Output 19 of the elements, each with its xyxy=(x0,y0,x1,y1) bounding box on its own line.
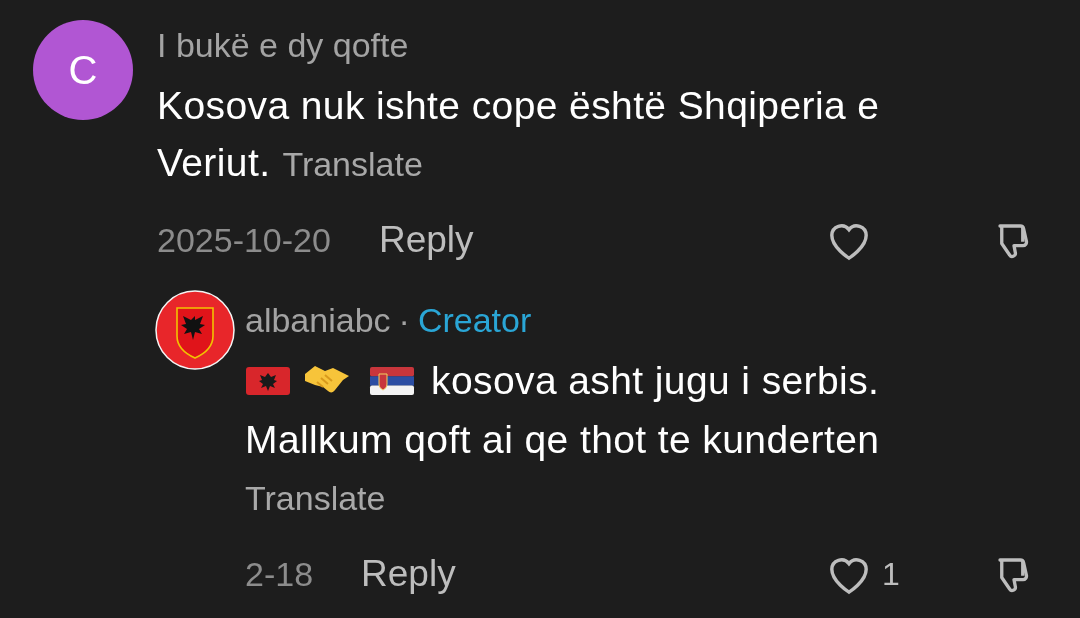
translate-link[interactable]: Translate xyxy=(282,139,423,190)
reply-button[interactable]: Reply xyxy=(361,549,456,599)
comment-date: 2025-10-20 xyxy=(157,220,331,261)
username[interactable]: albaniabc xyxy=(245,296,391,344)
avatar[interactable] xyxy=(155,290,235,370)
username[interactable]: I bukë e dy qofte xyxy=(157,21,1036,69)
comment-date: 2-18 xyxy=(245,554,314,595)
separator-dot: · xyxy=(398,300,410,341)
reply-button[interactable]: Reply xyxy=(378,215,474,265)
avatar[interactable]: C xyxy=(33,20,133,120)
creator-label: Creator xyxy=(417,300,532,341)
comment-text: Veriut. xyxy=(157,140,271,186)
flag-icon xyxy=(369,364,415,398)
comment-text: Mallkum qoft ai qe thot te kunderten xyxy=(245,417,880,463)
like-count: 1 xyxy=(882,555,900,594)
comment-text: kosova asht jugu i serbis. xyxy=(431,358,880,404)
comment-text: Kosova nuk ishte cope është Shqiperia e xyxy=(157,83,880,129)
flag-icon xyxy=(245,364,291,398)
translate-link[interactable]: Translate xyxy=(245,470,386,526)
